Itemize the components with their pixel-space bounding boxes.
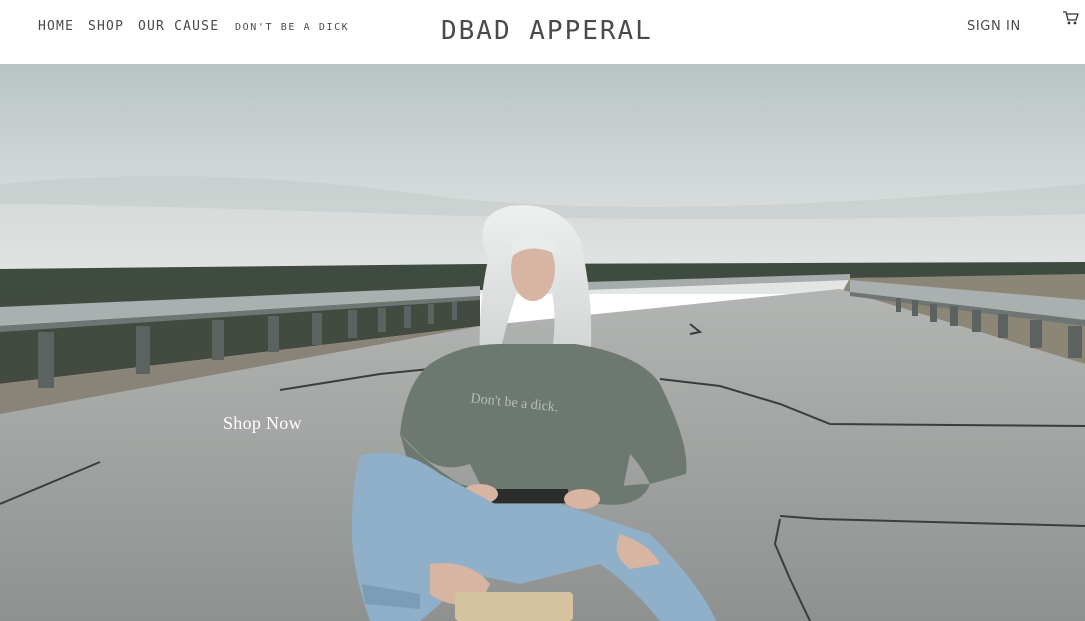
nav-shop-link[interactable]: SHOP bbox=[88, 18, 124, 36]
nav-our-cause-link[interactable]: OUR CAUSE bbox=[138, 18, 219, 36]
nav-tagline-link[interactable]: DON'T BE A DICK bbox=[235, 19, 349, 37]
sign-in-link[interactable]: SIGN IN bbox=[967, 18, 1021, 36]
cart-icon[interactable] bbox=[1062, 10, 1080, 26]
brand-logo[interactable]: DBAD APPERAL bbox=[441, 14, 661, 48]
hero-banner: Don't be a dick. Shop Now bbox=[0, 64, 1085, 621]
nav-home-link[interactable]: HOME bbox=[38, 18, 74, 36]
hero-photo: Don't be a dick. bbox=[0, 64, 1085, 621]
top-navigation-bar: HOME SHOP OUR CAUSE DON'T BE A DICK DBAD… bbox=[0, 0, 1085, 64]
shop-now-link[interactable]: Shop Now bbox=[223, 412, 302, 434]
